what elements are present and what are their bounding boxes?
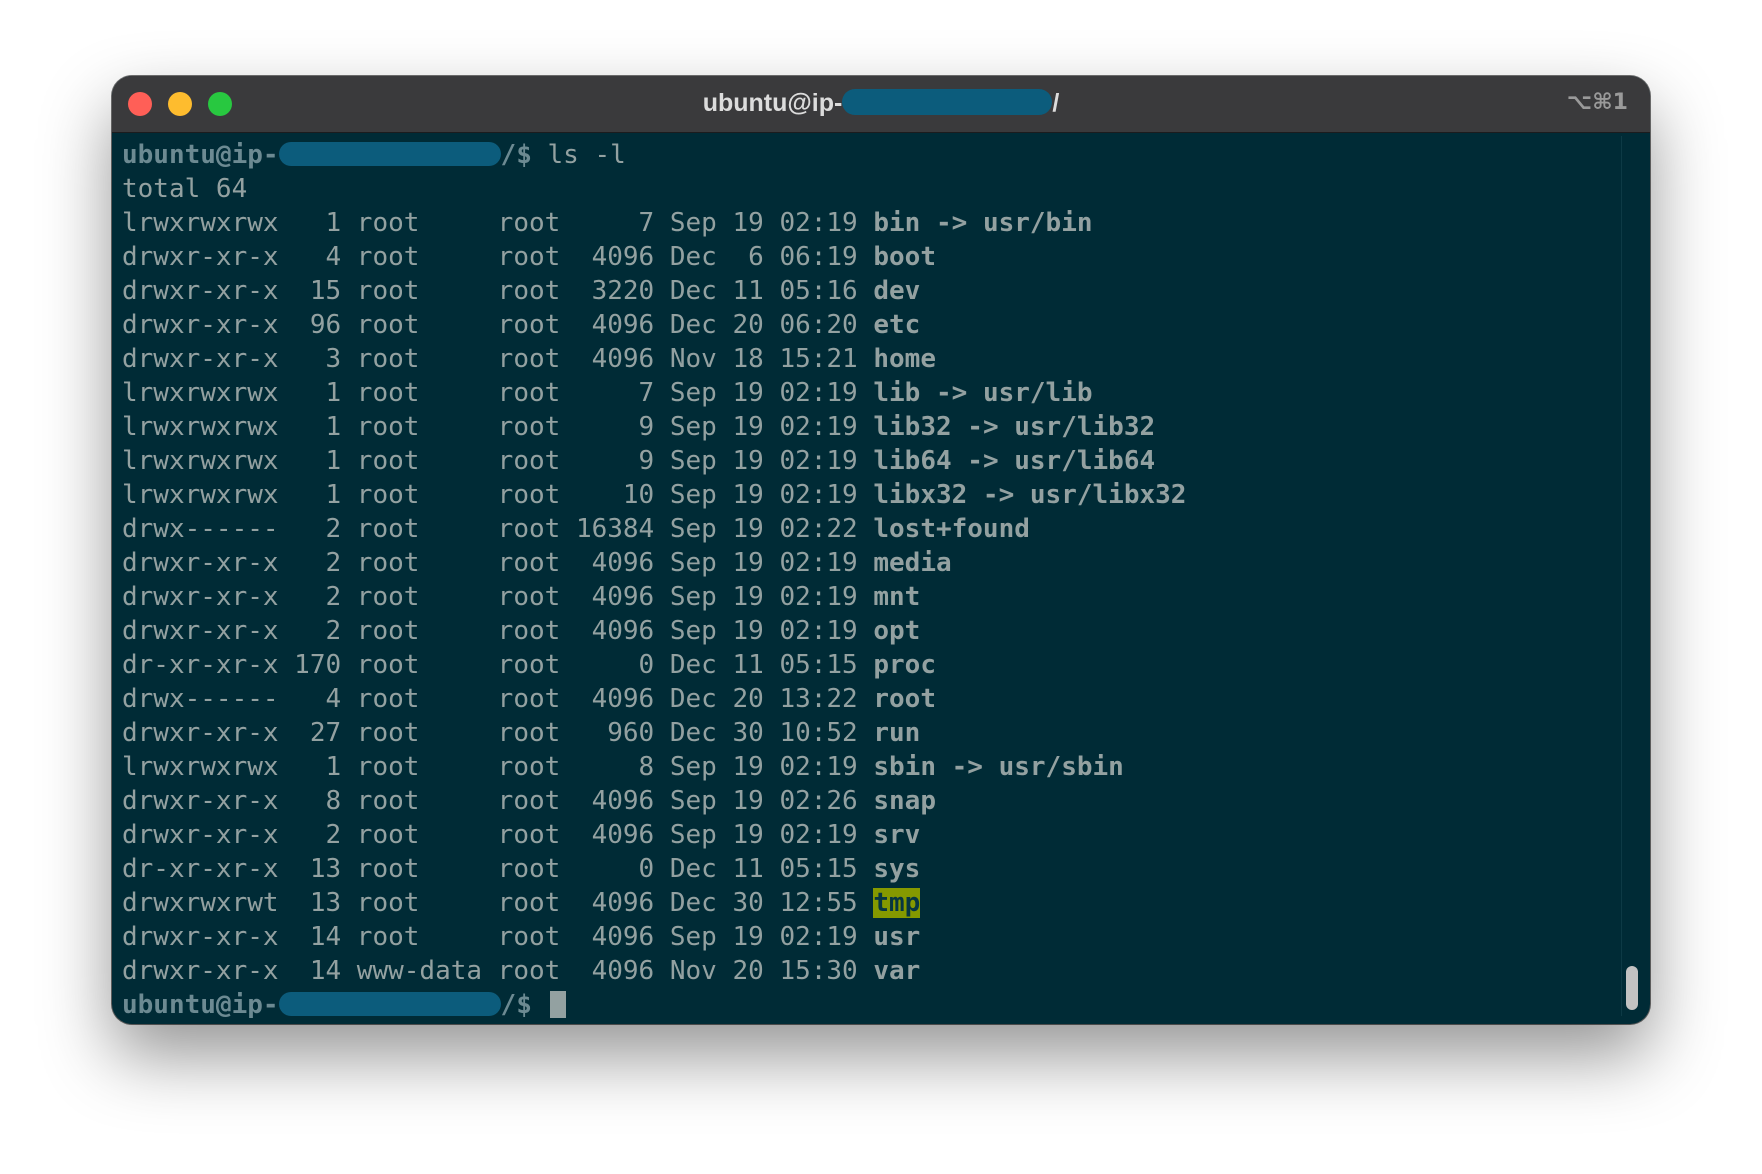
listing-row: lrwxrwxrwx 1 root root 10 Sep 19 02:19 l…	[122, 478, 1622, 512]
redacted-hostname	[842, 89, 1053, 116]
file-name: lib	[873, 378, 921, 408]
file-name: boot	[873, 242, 936, 272]
file-name: root	[873, 684, 936, 714]
total-line: total 64	[122, 174, 248, 204]
listing-row-meta: drwxr-xr-x 14 root root 4096 Sep 19 02:1…	[122, 922, 874, 952]
listing-row-meta: drwxr-xr-x 2 root root 4096 Sep 19 02:19	[122, 548, 874, 578]
listing-row: lrwxrwxrwx 1 root root 8 Sep 19 02:19 sb…	[122, 750, 1622, 784]
listing-row-meta: dr-xr-xr-x 13 root root 0 Dec 11 05:15	[122, 854, 874, 884]
listing-row-meta: drwxr-xr-x 2 root root 4096 Sep 19 02:19	[122, 582, 874, 612]
window-shortcut-label: ⌥⌘1	[1566, 90, 1628, 115]
file-name: media	[873, 548, 952, 578]
listing-row-meta: dr-xr-xr-x 170 root root 0 Dec 11 05:15	[122, 650, 874, 680]
terminal-window: ubuntu@ip- / ⌥⌘1 ubuntu@ip- /$ ls -l total…	[112, 76, 1650, 1024]
listing-row-meta: drwxr-xr-x 4 root root 4096 Dec 6 06:19	[122, 242, 874, 272]
listing-row-meta: drwx------ 4 root root 4096 Dec 20 13:22	[122, 684, 874, 714]
file-name: sys	[873, 854, 921, 884]
file-name: lost+found	[873, 514, 1030, 544]
listing-row-meta: drwxr-xr-x 15 root root 3220 Dec 11 05:1…	[122, 276, 874, 306]
prompt-suffix: /$	[500, 140, 548, 170]
file-name: mnt	[873, 582, 921, 612]
listing-row-meta: drwxr-xr-x 2 root root 4096 Sep 19 02:19	[122, 820, 874, 850]
file-name: proc	[873, 650, 936, 680]
redacted-hostname	[278, 141, 501, 166]
file-name: tmp	[873, 888, 921, 918]
listing-row: lrwxrwxrwx 1 root root 9 Sep 19 02:19 li…	[122, 410, 1622, 444]
listing-row-meta: drwxr-xr-x 96 root root 4096 Dec 20 06:2…	[122, 310, 874, 340]
listing-row: drwxr-xr-x 27 root root 960 Dec 30 10:52…	[122, 716, 1622, 750]
listing-row: drwxr-xr-x 2 root root 4096 Sep 19 02:19…	[122, 580, 1622, 614]
file-name: usr	[873, 922, 921, 952]
terminal-output[interactable]: ubuntu@ip- /$ ls -l total 64 lrwxrwxrwx 1…	[122, 138, 1622, 1018]
listing-row: drwxr-xr-x 2 root root 4096 Sep 19 02:19…	[122, 546, 1622, 580]
file-name: lib64	[873, 446, 952, 476]
listing-row: drwxr-xr-x 14 www-data root 4096 Nov 20 …	[122, 954, 1622, 988]
listing-row: drwxr-xr-x 15 root root 3220 Dec 11 05:1…	[122, 274, 1622, 308]
listing-row: drwxr-xr-x 4 root root 4096 Dec 6 06:19 …	[122, 240, 1622, 274]
active-prompt-line[interactable]: ubuntu@ip- /$	[122, 988, 1622, 1018]
file-name: var	[873, 956, 921, 986]
listing-row-meta: lrwxrwxrwx 1 root root 10 Sep 19 02:19	[122, 480, 874, 510]
command-text: ls -l	[547, 140, 626, 170]
file-name: dev	[873, 276, 921, 306]
prompt-prefix: ubuntu@ip-	[122, 990, 279, 1018]
listing-row: lrwxrwxrwx 1 root root 7 Sep 19 02:19 li…	[122, 376, 1622, 410]
listing-row-meta: lrwxrwxrwx 1 root root 7 Sep 19 02:19	[122, 208, 874, 238]
window-title: ubuntu@ip- /	[112, 76, 1650, 132]
window-title-prefix: ubuntu@ip-	[702, 89, 843, 117]
file-name: snap	[873, 786, 936, 816]
listing-row: drwxrwxrwt 13 root root 4096 Dec 30 12:5…	[122, 886, 1622, 920]
listing-row-meta: drwx------ 2 root root 16384 Sep 19 02:2…	[122, 514, 874, 544]
file-name: lib32	[873, 412, 952, 442]
listing-row: drwx------ 4 root root 4096 Dec 20 13:22…	[122, 682, 1622, 716]
listing-row-meta: lrwxrwxrwx 1 root root 7 Sep 19 02:19	[122, 378, 874, 408]
text-cursor	[549, 990, 566, 1018]
file-name: opt	[873, 616, 921, 646]
listing-row-meta: drwxr-xr-x 3 root root 4096 Nov 18 15:21	[122, 344, 874, 374]
listing-row: drwxr-xr-x 14 root root 4096 Sep 19 02:1…	[122, 920, 1622, 954]
listing-row-meta: drwxrwxrwt 13 root root 4096 Dec 30 12:5…	[122, 888, 874, 918]
listing-row: drwx------ 2 root root 16384 Sep 19 02:2…	[122, 512, 1622, 546]
scrollbar-thumb[interactable]	[1626, 966, 1638, 1010]
prompt-prefix: ubuntu@ip-	[122, 140, 279, 170]
symlink-target: -> usr/bin	[920, 208, 1093, 238]
prompt: ubuntu@ip- /$	[122, 990, 548, 1018]
listing-row: drwxr-xr-x 2 root root 4096 Sep 19 02:19…	[122, 614, 1622, 648]
command-line: ubuntu@ip- /$ ls -l	[122, 138, 1622, 172]
listing-row: drwxr-xr-x 3 root root 4096 Nov 18 15:21…	[122, 342, 1622, 376]
symlink-target: -> usr/sbin	[935, 752, 1124, 782]
symlink-target: -> usr/lib64	[951, 446, 1156, 476]
listing-row-meta: lrwxrwxrwx 1 root root 9 Sep 19 02:19	[122, 412, 874, 442]
prompt: ubuntu@ip- /$	[122, 140, 548, 170]
redacted-hostname	[278, 991, 501, 1016]
file-name: run	[873, 718, 921, 748]
prompt-suffix: /$	[500, 990, 548, 1018]
file-name: libx32	[873, 480, 968, 510]
file-name: etc	[873, 310, 921, 340]
listing-row: drwxr-xr-x 8 root root 4096 Sep 19 02:26…	[122, 784, 1622, 818]
listing-row-meta: lrwxrwxrwx 1 root root 8 Sep 19 02:19	[122, 752, 874, 782]
listing-row: lrwxrwxrwx 1 root root 9 Sep 19 02:19 li…	[122, 444, 1622, 478]
listing-row: drwxr-xr-x 96 root root 4096 Dec 20 06:2…	[122, 308, 1622, 342]
listing-row: lrwxrwxrwx 1 root root 7 Sep 19 02:19 bi…	[122, 206, 1622, 240]
symlink-target: -> usr/lib	[920, 378, 1093, 408]
listing-row-meta: drwxr-xr-x 8 root root 4096 Sep 19 02:26	[122, 786, 874, 816]
listing-row-meta: drwxr-xr-x 14 www-data root 4096 Nov 20 …	[122, 956, 874, 986]
scrollbar[interactable]	[1621, 136, 1640, 1016]
file-listing: lrwxrwxrwx 1 root root 7 Sep 19 02:19 bi…	[122, 206, 1622, 988]
symlink-target: -> usr/lib32	[951, 412, 1156, 442]
title-bar[interactable]: ubuntu@ip- / ⌥⌘1	[112, 76, 1650, 133]
listing-row-meta: drwxr-xr-x 27 root root 960 Dec 30 10:52	[122, 718, 874, 748]
listing-row: dr-xr-xr-x 170 root root 0 Dec 11 05:15 …	[122, 648, 1622, 682]
window-title-suffix: /	[1052, 89, 1060, 117]
file-name: srv	[873, 820, 921, 850]
listing-row-meta: drwxr-xr-x 2 root root 4096 Sep 19 02:19	[122, 616, 874, 646]
file-name: home	[873, 344, 936, 374]
symlink-target: -> usr/libx32	[967, 480, 1187, 510]
listing-row: dr-xr-xr-x 13 root root 0 Dec 11 05:15 s…	[122, 852, 1622, 886]
listing-row: drwxr-xr-x 2 root root 4096 Sep 19 02:19…	[122, 818, 1622, 852]
listing-row-meta: lrwxrwxrwx 1 root root 9 Sep 19 02:19	[122, 446, 874, 476]
file-name: sbin	[873, 752, 936, 782]
file-name: bin	[873, 208, 921, 238]
